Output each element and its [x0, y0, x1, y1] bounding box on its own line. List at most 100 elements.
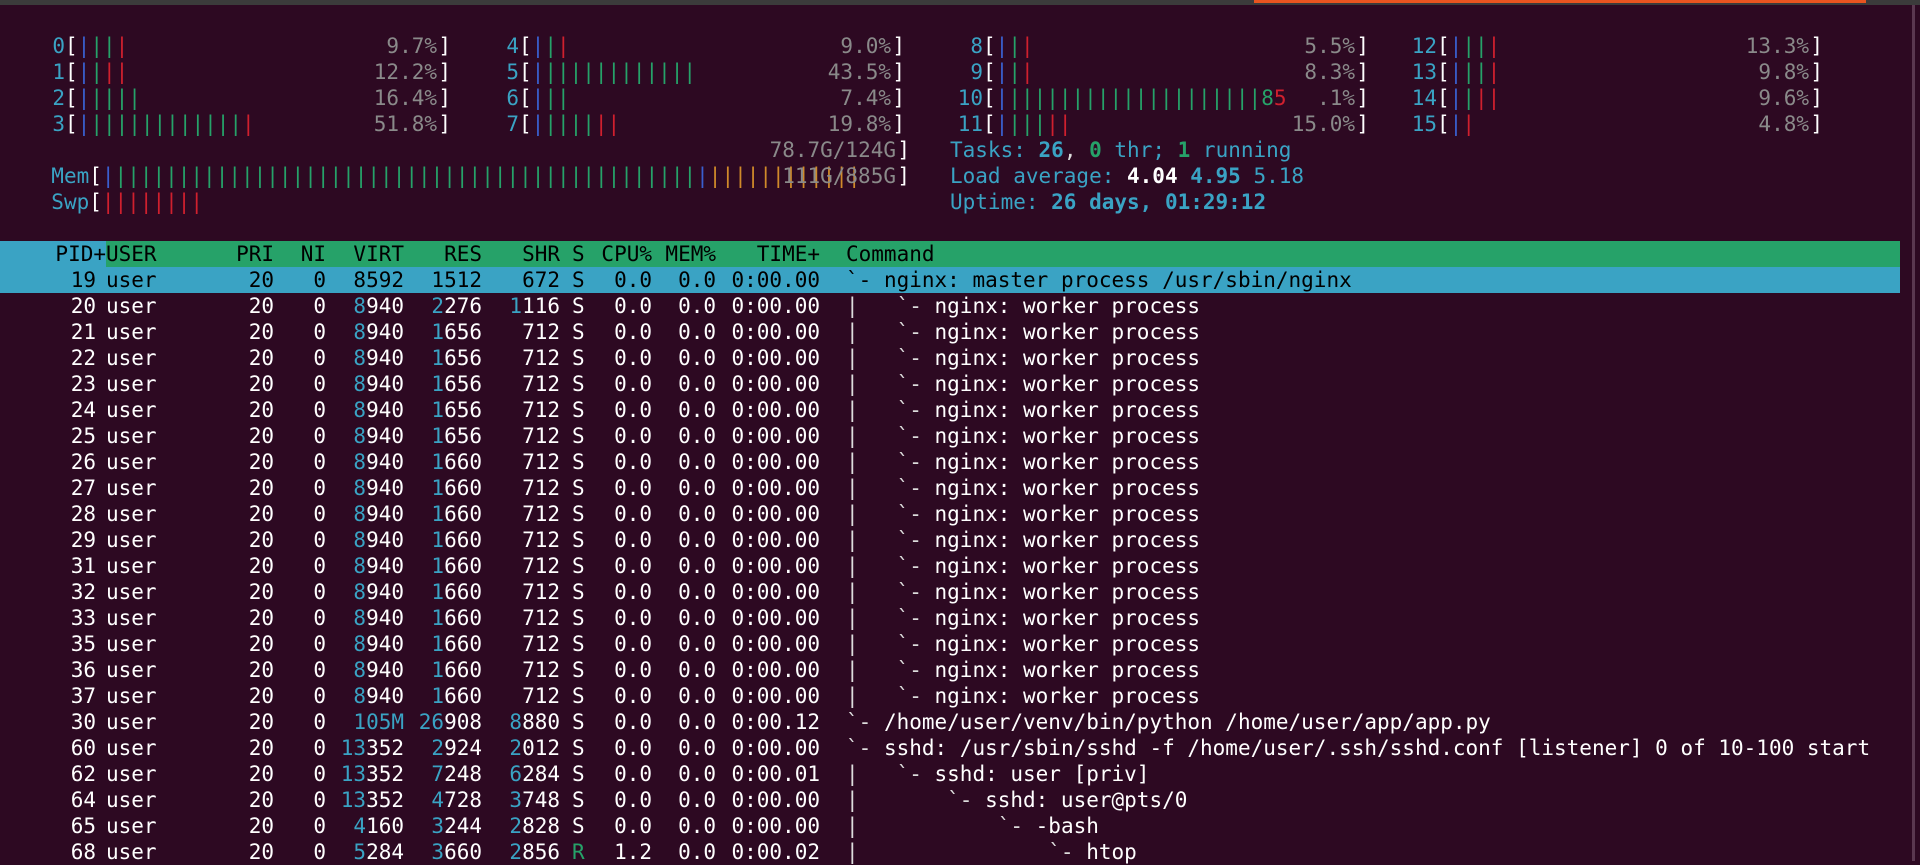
command-cell: | `- nginx: worker process: [846, 683, 1200, 709]
pid-cell: 37: [70, 684, 96, 708]
user-cell: user: [106, 814, 157, 838]
cpu-cell: 0.0: [614, 710, 652, 734]
cpu-bars: |||: [996, 34, 1034, 58]
process-row[interactable]: 65 user 20 0 4160 3244 2828 S 0.0 0.0 0:00.00 | `- …: [0, 813, 1900, 839]
scrollbar[interactable]: [1912, 5, 1915, 861]
process-row[interactable]: 29 user 20 0 8940 1660 712 S 0.0 0.0 0:00.00 | `- n…: [0, 527, 1900, 553]
column-ni[interactable]: NI: [274, 241, 326, 267]
process-row[interactable]: 33 user 20 0 8940 1660 712 S 0.0 0.0 0:00.00 | `- n…: [0, 605, 1900, 631]
cpu-percent: 19.8%: [827, 112, 891, 136]
active-tab-indicator: [1254, 0, 1866, 3]
process-row[interactable]: 20 user 20 0 8940 2276 1116 S 0.0 0.0 0:00.00 | `- …: [0, 293, 1900, 319]
res-cell: 1656: [404, 319, 482, 345]
mem-cell: 0.0: [678, 684, 716, 708]
virt-lead: 8: [353, 398, 367, 422]
pri-cell: 20: [248, 450, 274, 474]
process-row[interactable]: 30 user 20 0 105M 26908 8880 S 0.0 0.0 0:00.12 `- /…: [0, 709, 1900, 735]
column-pri[interactable]: PRI: [220, 241, 274, 267]
tree-branch: | `-: [846, 372, 935, 396]
time-cell: 0:00.00: [731, 606, 820, 630]
user-cell: user: [106, 398, 157, 422]
virt-lead: 8: [353, 580, 367, 604]
cpu-cell: 0.0: [614, 736, 652, 760]
process-row[interactable]: 23 user 20 0 8940 1656 712 S 0.0 0.0 0:00.00 | `- n…: [0, 371, 1900, 397]
process-row[interactable]: 27 user 20 0 8940 1660 712 S 0.0 0.0 0:00.00 | `- n…: [0, 475, 1900, 501]
column-pid[interactable]: PID+: [0, 241, 106, 267]
mem-cell: 0.0: [678, 554, 716, 578]
shr-rest: 012: [522, 736, 560, 760]
process-row[interactable]: 28 user 20 0 8940 1660 712 S 0.0 0.0 0:00.00 | `- n…: [0, 501, 1900, 527]
process-row[interactable]: 36 user 20 0 8940 1660 712 S 0.0 0.0 0:00.00 | `- n…: [0, 657, 1900, 683]
process-row[interactable]: 64 user 20 0 13352 4728 3748 S 0.0 0.0 0:00.00 | `-…: [0, 787, 1900, 813]
cpu-percent: 9.6%: [1758, 86, 1809, 110]
state-cell: S: [572, 684, 585, 708]
command-text: nginx: worker process: [934, 372, 1201, 396]
process-row[interactable]: 26 user 20 0 8940 1660 712 S 0.0 0.0 0:00.00 | `- n…: [0, 449, 1900, 475]
virt-rest: 940: [366, 346, 404, 370]
column-shr[interactable]: SHR: [482, 241, 560, 267]
res-rest: 660: [444, 606, 482, 630]
column-res[interactable]: RES: [404, 241, 482, 267]
process-row[interactable]: 22 user 20 0 8940 1656 712 S 0.0 0.0 0:00.00 | `- n…: [0, 345, 1900, 371]
pri-cell: 20: [248, 736, 274, 760]
process-row[interactable]: 25 user 20 0 8940 1656 712 S 0.0 0.0 0:00.00 | `- n…: [0, 423, 1900, 449]
shr-cell: 672: [522, 268, 560, 292]
process-row[interactable]: 19 user 20 0 8592 1512 672 S 0.0 0.0 0:00.00 `- ngi…: [0, 267, 1900, 293]
virt-rest: 940: [366, 424, 404, 448]
process-row[interactable]: 35 user 20 0 8940 1660 712 S 0.0 0.0 0:00.00 | `- n…: [0, 631, 1900, 657]
column-state[interactable]: S: [572, 241, 585, 267]
process-row[interactable]: 37 user 20 0 8940 1660 712 S 0.0 0.0 0:00.00 | `- n…: [0, 683, 1900, 709]
state-cell: S: [572, 580, 585, 604]
process-row[interactable]: 32 user 20 0 8940 1660 712 S 0.0 0.0 0:00.00 | `- n…: [0, 579, 1900, 605]
ni-cell: 0: [313, 294, 326, 318]
column-cpu[interactable]: CPU%: [594, 241, 652, 267]
process-row[interactable]: 62 user 20 0 13352 7248 6284 S 0.0 0.0 0:00.01 | `-…: [0, 761, 1900, 787]
cpu-open-bracket: [: [65, 86, 78, 110]
cpu-cell: 0.0: [614, 450, 652, 474]
user-cell: user: [106, 606, 157, 630]
ni-cell: 0: [313, 268, 326, 292]
column-user[interactable]: USER: [106, 241, 157, 267]
res-rest: 248: [444, 762, 482, 786]
process-row[interactable]: 21 user 20 0 8940 1656 712 S 0.0 0.0 0:00.00 | `- n…: [0, 319, 1900, 345]
cpu-meter-13: 13[|||| 9.8%]: [1398, 59, 1823, 85]
pri-cell: 20: [248, 528, 274, 552]
shr-lead: 2: [509, 814, 523, 838]
command-cell: | `- nginx: worker process: [846, 397, 1200, 423]
res-lead: 3: [431, 814, 445, 838]
pid-cell: 60: [70, 736, 96, 760]
tree-branch: | `-: [846, 580, 935, 604]
bar-segment: |: [115, 34, 129, 58]
mem-cell: 0.0: [678, 710, 716, 734]
command-cell: | `- nginx: worker process: [846, 475, 1200, 501]
cpu-id: 8: [970, 34, 983, 58]
column-mem[interactable]: MEM%: [652, 241, 716, 267]
process-row[interactable]: 60 user 20 0 13352 2924 2012 S 0.0 0.0 0:00.00 `- s…: [0, 735, 1900, 761]
command-text: nginx: master process /usr/sbin/nginx: [883, 268, 1352, 292]
shr-rest: 856: [522, 840, 560, 864]
cpu-meter-14: 14[|||| 9.6%]: [1398, 85, 1823, 111]
command-cell: | `- -bash: [846, 813, 1099, 839]
process-row[interactable]: 31 user 20 0 8940 1660 712 S 0.0 0.0 0:00.00 | `- n…: [0, 553, 1900, 579]
column-virt[interactable]: VIRT: [326, 241, 404, 267]
column-time[interactable]: TIME+: [716, 241, 820, 267]
process-row[interactable]: 68 user 20 0 5284 3660 2856 R 1.2 0.0 0:00.02 | `- …: [0, 839, 1900, 865]
time-cell: 0:00.00: [731, 268, 820, 292]
pri-cell: 20: [248, 372, 274, 396]
virt-lead: 8: [353, 320, 367, 344]
mem-cell: 0.0: [678, 606, 716, 630]
command-text: sshd: user [priv]: [934, 762, 1150, 786]
shr-cell: 712: [522, 580, 560, 604]
virt-rest: 940: [366, 580, 404, 604]
state-cell: S: [572, 554, 585, 578]
swp-label: Swp: [51, 190, 90, 214]
tree-branch: | `-: [846, 320, 935, 344]
cpu-meter-15: 15[|| 4.8%]: [1398, 111, 1823, 137]
cpu-cell: 0.0: [614, 658, 652, 682]
bar-segment: |: [544, 34, 557, 58]
swp-value: 111G/885G: [782, 164, 896, 188]
pri-cell: 20: [248, 320, 274, 344]
shr-cell: 3748: [482, 787, 560, 813]
process-row[interactable]: 24 user 20 0 8940 1656 712 S 0.0 0.0 0:00.00 | `- n…: [0, 397, 1900, 423]
column-command[interactable]: Command: [846, 241, 935, 267]
